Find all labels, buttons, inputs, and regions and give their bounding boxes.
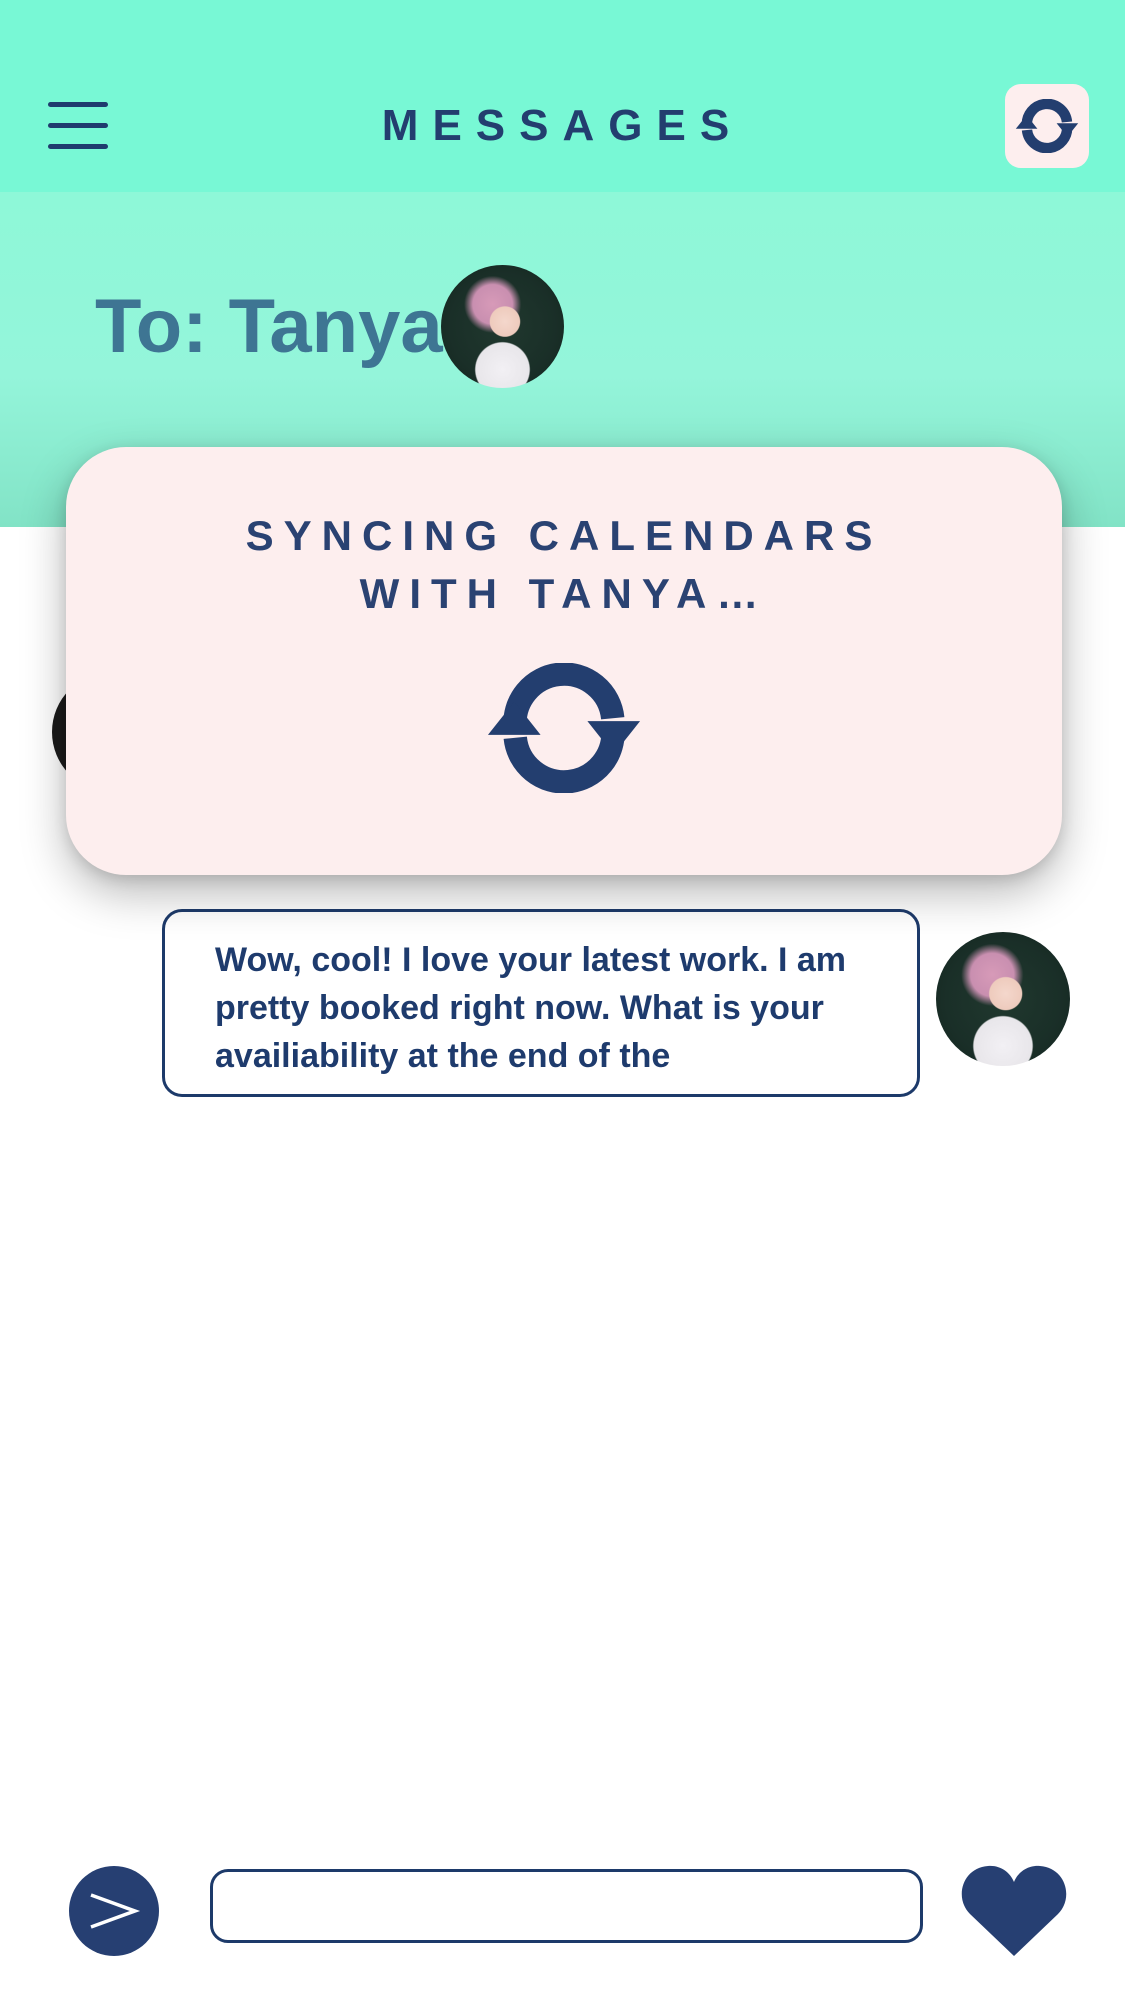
page-title: MESSAGES bbox=[381, 101, 744, 150]
heart-icon bbox=[961, 1865, 1067, 1956]
modal-title: SYNCING CALENDARS WITH TANYA… bbox=[66, 507, 1062, 623]
send-icon bbox=[90, 1893, 141, 1929]
send-button[interactable] bbox=[69, 1866, 159, 1956]
top-bar: MESSAGES bbox=[0, 0, 1125, 192]
recipient-avatar[interactable] bbox=[441, 265, 564, 388]
sync-button[interactable] bbox=[1005, 84, 1089, 168]
like-button[interactable] bbox=[960, 1862, 1068, 1958]
message-text: Wow, cool! I love your latest work. I am… bbox=[215, 941, 847, 1075]
sync-icon bbox=[487, 663, 641, 793]
sync-modal: SYNCING CALENDARS WITH TANYA… bbox=[66, 447, 1062, 875]
recipient-label: To: Tanya bbox=[95, 284, 443, 369]
modal-title-line-1: SYNCING CALENDARS bbox=[245, 512, 883, 559]
message-bubble: Wow, cool! I love your latest work. I am… bbox=[162, 909, 920, 1097]
sync-icon bbox=[1015, 99, 1079, 153]
message-input[interactable] bbox=[210, 1869, 923, 1943]
message-avatar bbox=[936, 932, 1070, 1066]
modal-title-line-2: WITH TANYA… bbox=[359, 570, 769, 617]
